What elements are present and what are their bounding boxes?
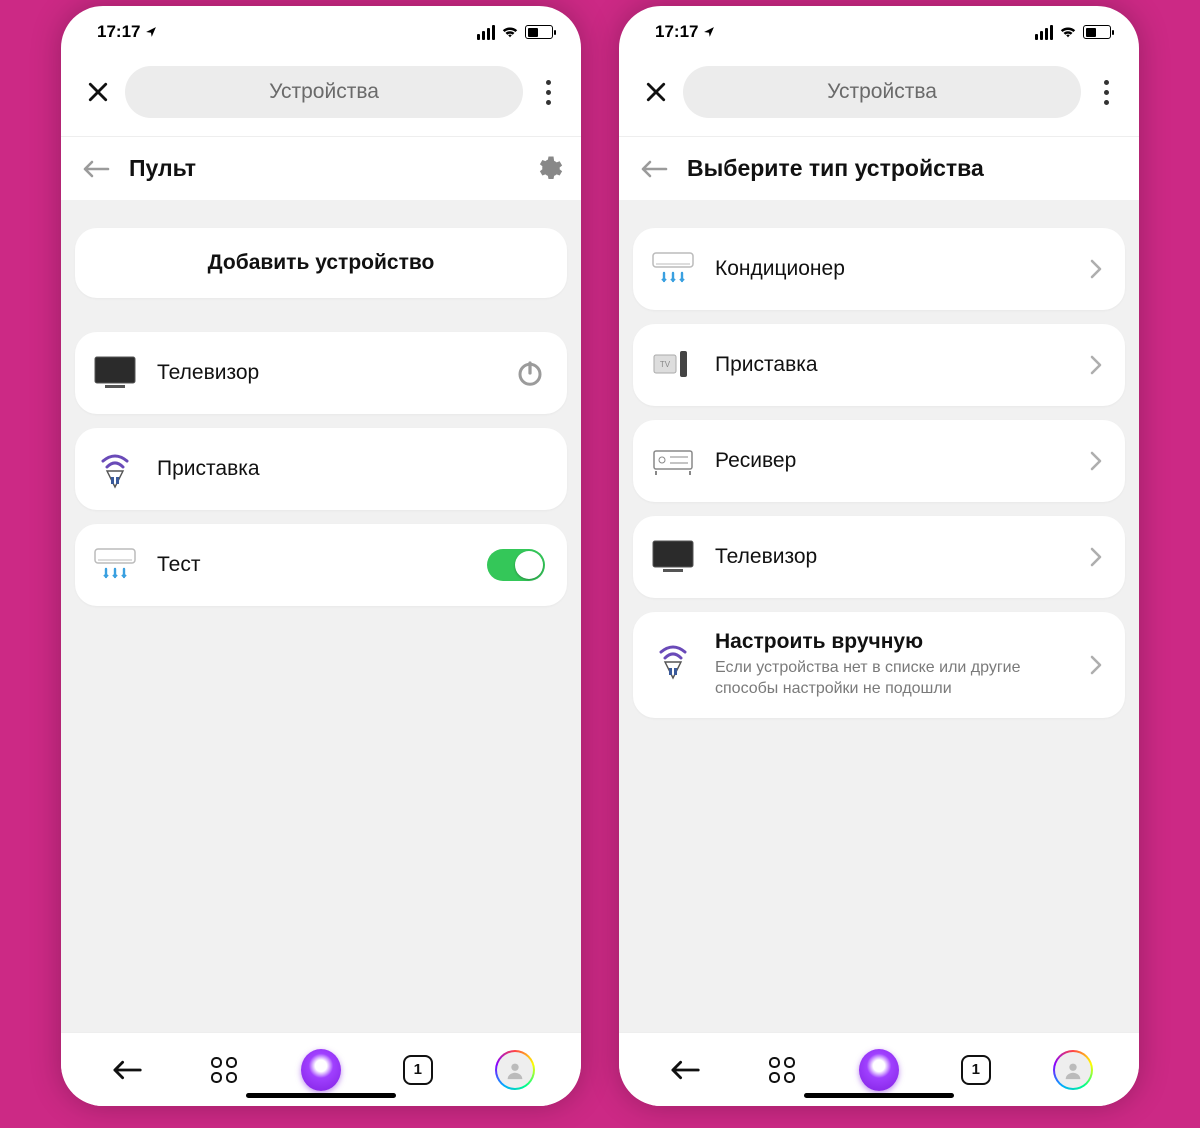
close-icon[interactable] (641, 77, 671, 107)
devices-pill[interactable]: Устройства (683, 66, 1081, 118)
nav-grid-icon[interactable] (762, 1050, 802, 1090)
nav-avatar-icon[interactable] (1053, 1050, 1093, 1090)
nav-back-icon[interactable] (665, 1050, 705, 1090)
more-icon[interactable] (1093, 80, 1119, 105)
tv-icon (91, 349, 139, 397)
chevron-right-icon (1089, 654, 1103, 676)
hub-icon (649, 636, 697, 684)
chevron-right-icon (1089, 546, 1103, 568)
type-card-tv[interactable]: Телевизор (633, 516, 1125, 598)
add-device-button[interactable]: Добавить устройство (75, 228, 567, 298)
cellular-icon (477, 25, 495, 40)
more-icon[interactable] (535, 80, 561, 105)
battery-icon (525, 25, 553, 39)
app-top-bar: Устройства (619, 52, 1139, 136)
nav-assistant-icon[interactable] (859, 1050, 899, 1090)
wifi-icon (1059, 25, 1077, 39)
toggle-switch[interactable] (487, 549, 545, 581)
device-card-settop[interactable]: Приставка (75, 428, 567, 510)
close-icon[interactable] (83, 77, 113, 107)
phone-left: 17:17 Устройства Пульт Добавить устройст… (61, 6, 581, 1106)
gear-icon[interactable] (533, 154, 563, 184)
status-bar: 17:17 (61, 6, 581, 52)
type-label: Приставка (715, 353, 1071, 377)
battery-icon (1083, 25, 1111, 39)
type-label: Кондиционер (715, 257, 1071, 281)
device-card-tv[interactable]: Телевизор (75, 332, 567, 414)
ac-icon (91, 541, 139, 589)
ac-icon (649, 245, 697, 293)
type-card-receiver[interactable]: Ресивер (633, 420, 1125, 502)
type-label: Ресивер (715, 449, 1071, 473)
status-bar: 17:17 (619, 6, 1139, 52)
settop-icon: TV (649, 341, 697, 389)
content-area: Кондиционер TV Приставка Ресивер Телевиз… (619, 200, 1139, 1032)
back-icon[interactable] (79, 152, 113, 186)
home-indicator[interactable] (246, 1093, 396, 1098)
section-title: Выберите тип устройства (687, 155, 1121, 182)
tv-icon (649, 533, 697, 581)
hub-icon (91, 445, 139, 493)
type-label: Телевизор (715, 545, 1071, 569)
device-label: Телевизор (157, 361, 497, 385)
nav-tabs-icon[interactable]: 1 (398, 1050, 438, 1090)
svg-text:TV: TV (660, 360, 671, 369)
nav-back-icon[interactable] (107, 1050, 147, 1090)
type-card-ac[interactable]: Кондиционер (633, 228, 1125, 310)
power-icon[interactable] (515, 358, 545, 388)
section-header: Выберите тип устройства (619, 136, 1139, 200)
nav-assistant-icon[interactable] (301, 1050, 341, 1090)
nav-grid-icon[interactable] (204, 1050, 244, 1090)
content-area: Добавить устройство Телевизор Приставка … (61, 200, 581, 1032)
receiver-icon (649, 437, 697, 485)
wifi-icon (501, 25, 519, 39)
type-card-manual[interactable]: Настроить вручную Если устройства нет в … (633, 612, 1125, 718)
type-card-settop[interactable]: TV Приставка (633, 324, 1125, 406)
device-label: Тест (157, 553, 469, 577)
home-indicator[interactable] (804, 1093, 954, 1098)
section-header: Пульт (61, 136, 581, 200)
status-time: 17:17 (97, 22, 140, 42)
location-icon (144, 25, 158, 39)
status-time: 17:17 (655, 22, 698, 42)
cellular-icon (1035, 25, 1053, 40)
type-label: Настроить вручную Если устройства нет в … (715, 630, 1071, 700)
device-card-test[interactable]: Тест (75, 524, 567, 606)
chevron-right-icon (1089, 258, 1103, 280)
chevron-right-icon (1089, 450, 1103, 472)
back-icon[interactable] (637, 152, 671, 186)
chevron-right-icon (1089, 354, 1103, 376)
phone-right: 17:17 Устройства Выберите тип устройства… (619, 6, 1139, 1106)
section-title: Пульт (129, 155, 517, 182)
nav-avatar-icon[interactable] (495, 1050, 535, 1090)
location-icon (702, 25, 716, 39)
nav-tabs-icon[interactable]: 1 (956, 1050, 996, 1090)
device-label: Приставка (157, 457, 545, 481)
app-top-bar: Устройства (61, 52, 581, 136)
devices-pill[interactable]: Устройства (125, 66, 523, 118)
